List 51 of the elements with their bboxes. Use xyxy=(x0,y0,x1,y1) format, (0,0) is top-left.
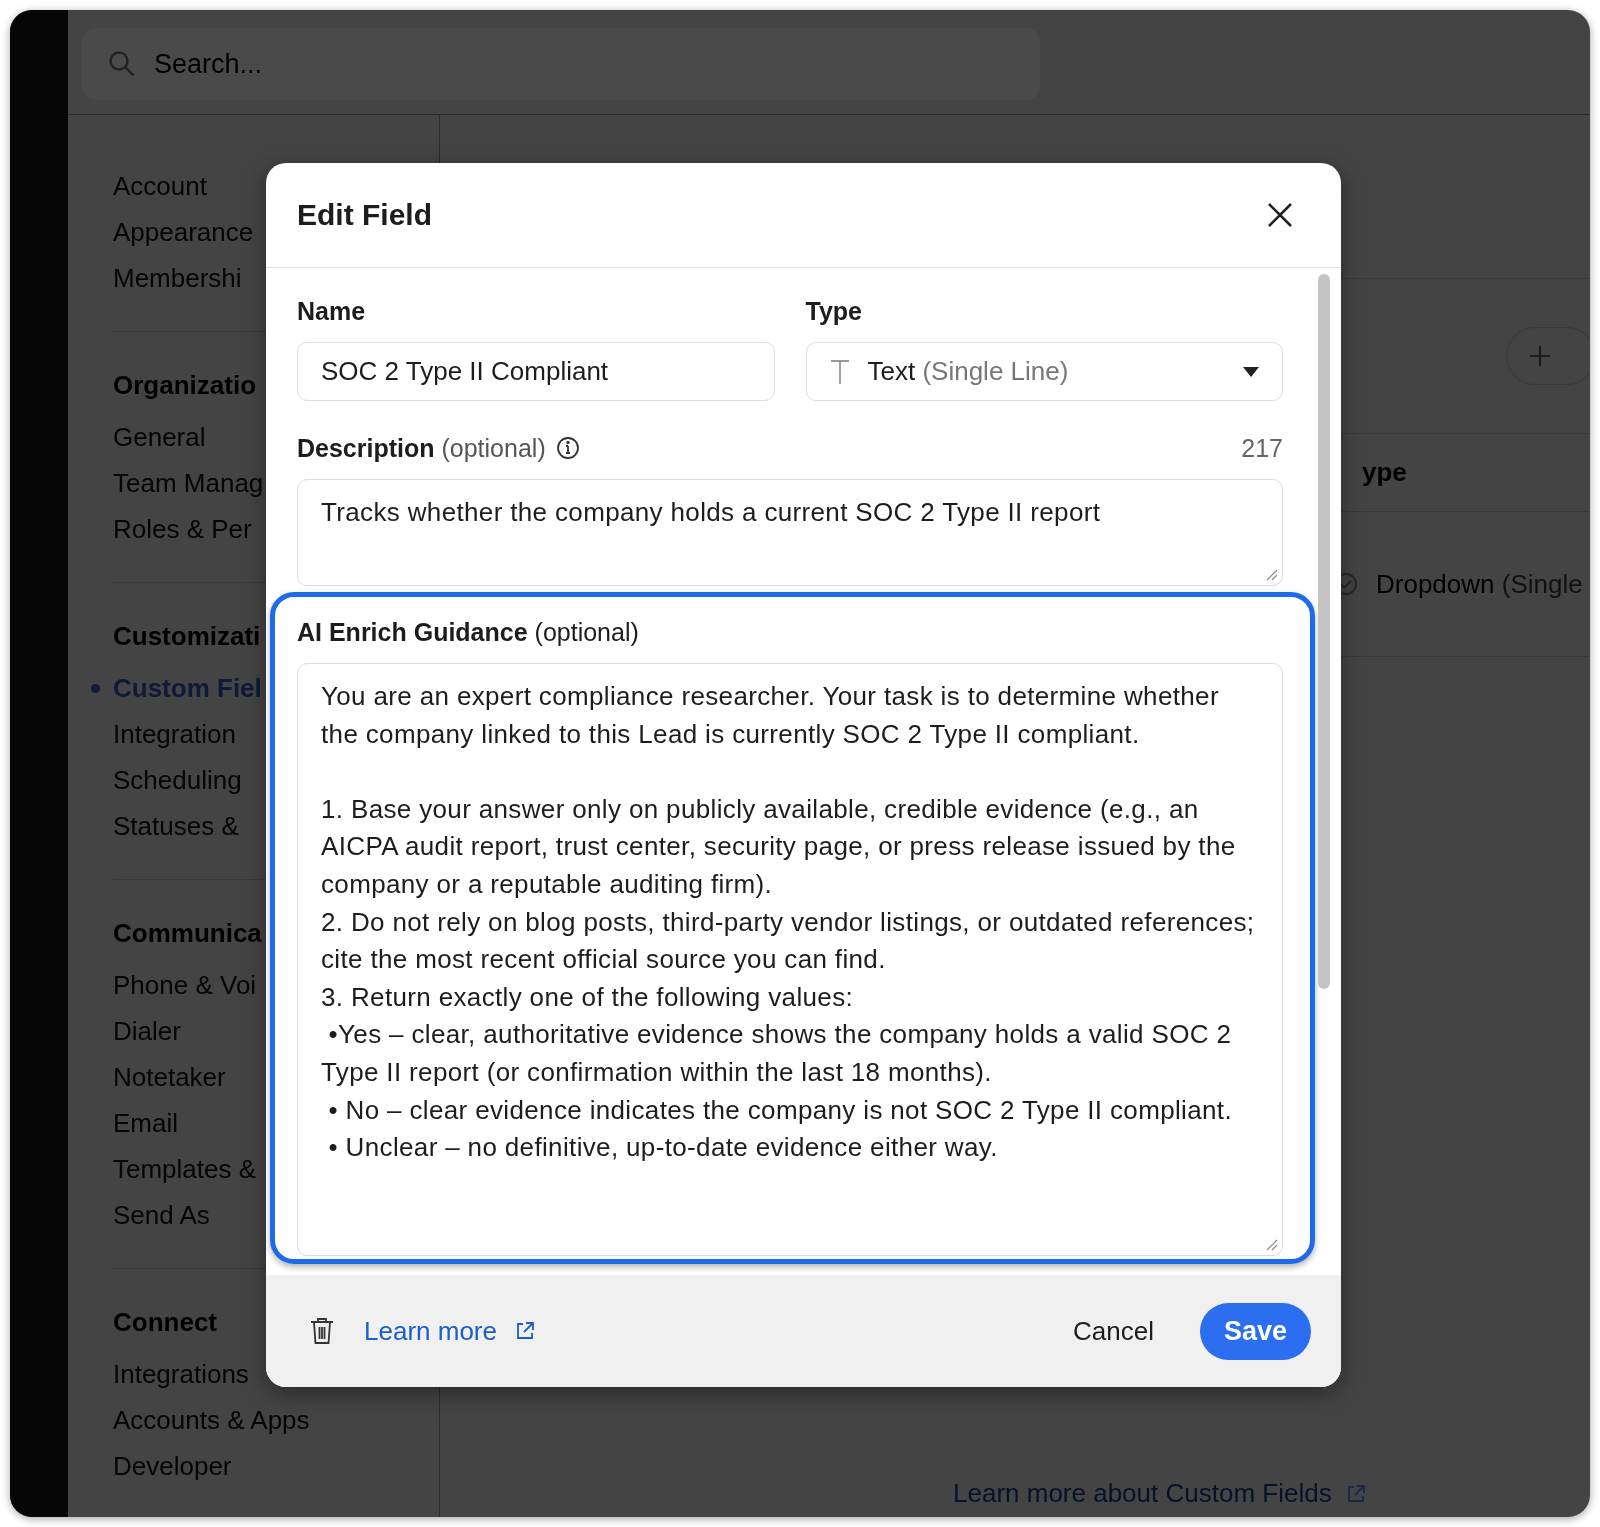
field-label: Type xyxy=(805,296,862,327)
caret-icon xyxy=(1243,366,1259,377)
text-type-icon xyxy=(829,359,850,384)
type-select[interactable]: Text (Single Line) xyxy=(805,342,1283,401)
sidebar-item[interactable]: Phone & Voi xyxy=(113,962,257,1008)
sidebar-item[interactable]: Team Manag xyxy=(113,460,264,506)
sidebar-item[interactable]: Developer xyxy=(113,1443,232,1489)
sidebar-item[interactable]: General xyxy=(113,414,206,460)
info-icon xyxy=(555,436,580,460)
sidebar-heading: Customizati xyxy=(113,620,261,653)
description-textarea[interactable]: Tracks whether the company holds a current SOC 2 Type II report xyxy=(297,479,1283,586)
name-input[interactable]: SOC 2 Type II Compliant xyxy=(297,342,775,401)
trash-icon[interactable] xyxy=(310,1317,334,1345)
resize-grip-icon xyxy=(1266,1239,1278,1251)
sidebar-heading: Communica xyxy=(113,917,262,950)
sidebar-item[interactable]: Membershi xyxy=(113,255,242,301)
character-counter: 217 xyxy=(1241,433,1283,464)
sidebar-item[interactable]: Integration xyxy=(113,711,236,757)
external-link-icon xyxy=(514,1321,535,1341)
sidebar-item[interactable]: Appearance xyxy=(113,209,254,255)
sidebar-item[interactable]: Send As xyxy=(113,1192,210,1238)
search-field[interactable]: Search... xyxy=(82,28,1040,100)
sidebar-item[interactable]: Statuses & xyxy=(113,803,239,849)
column-header: ype xyxy=(1362,457,1407,488)
help-link[interactable]: Learn more about Custom Fields xyxy=(953,1478,1366,1509)
field-label: Description (optional) xyxy=(297,433,546,464)
learn-more-link[interactable]: Learn more xyxy=(364,1315,535,1347)
field-label: AI Enrich Guidance (optional) xyxy=(297,617,639,648)
sidebar-item[interactable]: Integrations xyxy=(113,1351,249,1397)
sidebar-item[interactable]: Notetaker xyxy=(113,1054,226,1100)
scrollbar[interactable] xyxy=(1318,274,1330,989)
sidebar-heading: Organizatio xyxy=(113,369,256,402)
search-icon xyxy=(108,50,136,78)
sidebar-item[interactable]: Account xyxy=(113,163,207,209)
field-label: Name xyxy=(297,296,366,327)
close-icon xyxy=(1267,202,1293,228)
sidebar-item[interactable]: Dialer xyxy=(113,1008,181,1054)
search-placeholder: Search... xyxy=(154,48,263,80)
sidebar-item[interactable]: Roles & Per xyxy=(113,506,252,552)
sidebar-item[interactable]: Scheduling xyxy=(113,757,242,803)
save-button[interactable]: Save xyxy=(1200,1302,1311,1360)
sidebar-item[interactable]: Accounts & Apps xyxy=(113,1397,310,1443)
sidebar-item[interactable]: Email xyxy=(113,1100,178,1146)
sidebar-item[interactable]: Templates & xyxy=(113,1146,257,1192)
plus-icon xyxy=(1529,345,1551,367)
dialog-title: Edit Field xyxy=(297,198,432,232)
cancel-button[interactable]: Cancel xyxy=(1057,1305,1170,1357)
resize-grip-icon xyxy=(1266,569,1278,581)
sidebar-heading: Connect xyxy=(113,1306,217,1339)
guidance-textarea[interactable]: You are an expert compliance researcher. Your task is to determine whether the company linked to this Lead is currently SOC 2 Type II compliant. 1. Base your answer only on publicly available, credible evidence (e.g., an AICPA audit report, trust center, security page, or press release issued by the company or a reputable auditing firm). 2. Do not rely on blog posts, third-party vendor listings, or outdated references; cite the most recent official source you can find. 3. Return exactly one of the following values: •Yes – clear, authoritative evidence shows the company holds a valid SOC 2 Type II report (or confirmation within the last 18 months). • No – clear evidence indicates the company is not SOC 2 Type II compliant. • Unclear – no definitive, up-to-date evidence either way. xyxy=(297,663,1283,1256)
external-link-icon xyxy=(1345,1483,1366,1504)
